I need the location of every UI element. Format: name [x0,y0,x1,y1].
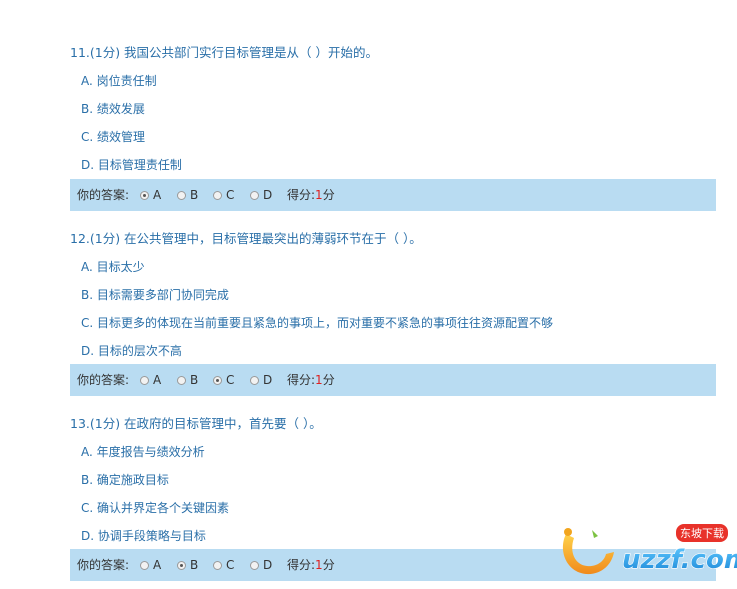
radio-option-b[interactable]: B [177,179,198,211]
radio-icon[interactable] [140,561,149,570]
option-a: A. 年度报告与绩效分析 [81,445,205,459]
score: 得分:1分 [287,558,335,572]
radio-icon[interactable] [250,561,259,570]
radio-icon[interactable] [213,561,222,570]
radio-icon[interactable] [250,376,259,385]
option-a: A. 岗位责任制 [81,74,157,88]
answer-label: 你的答案: [77,558,130,572]
radio-icon[interactable] [177,561,186,570]
option-c: C. 目标更多的体现在当前重要且紧急的事项上，而对重要不紧急的事项往往资源配置不… [81,316,554,330]
score: 得分:1分 [287,373,335,387]
question-title: 12.(1分) 在公共管理中，目标管理最突出的薄弱环节在于（ ）。 [70,231,422,246]
option-a: A. 目标太少 [81,260,145,274]
radio-option-b[interactable]: B [177,364,198,396]
option-b: B. 绩效发展 [81,102,145,116]
radio-option-c[interactable]: C [213,179,234,211]
answer-label: 你的答案: [77,373,130,387]
radio-option-a[interactable]: A [140,364,161,396]
svg-text:东坡下载: 东坡下载 [680,527,724,540]
score: 得分:1分 [287,188,335,202]
radio-icon[interactable] [213,191,222,200]
uzzf-logo-icon: 东坡下载 uzzf.com [562,524,737,576]
option-b: B. 目标需要多部门协同完成 [81,288,229,302]
question-title: 13.(1分) 在政府的目标管理中，首先要（ ）。 [70,416,322,431]
radio-option-a[interactable]: A [140,179,161,211]
radio-option-d[interactable]: D [250,549,272,581]
answer-bar: 你的答案: A B C D 得分:1分 [70,179,716,211]
radio-icon[interactable] [177,376,186,385]
score-value: 1 [315,558,323,572]
option-d: D. 协调手段策略与目标 [81,529,206,543]
option-c: C. 绩效管理 [81,130,146,144]
score-value: 1 [315,373,323,387]
radio-option-d[interactable]: D [250,179,272,211]
radio-icon[interactable] [140,376,149,385]
answer-bar: 你的答案: A B C D 得分:1分 [70,364,716,396]
svg-text:uzzf.com: uzzf.com [622,545,737,575]
option-b: B. 确定施政目标 [81,473,169,487]
radio-option-a[interactable]: A [140,549,161,581]
radio-icon[interactable] [177,191,186,200]
radio-option-d[interactable]: D [250,364,272,396]
radio-icon[interactable] [213,376,222,385]
option-d: D. 目标管理责任制 [81,158,182,172]
radio-icon[interactable] [140,191,149,200]
radio-icon[interactable] [250,191,259,200]
option-c: C. 确认并界定各个关键因素 [81,501,230,515]
score-value: 1 [315,188,323,202]
radio-option-c[interactable]: C [213,364,234,396]
radio-option-c[interactable]: C [213,549,234,581]
option-d: D. 目标的层次不高 [81,344,182,358]
radio-option-b[interactable]: B [177,549,198,581]
question-title: 11.(1分) 我国公共部门实行目标管理是从（ ）开始的。 [70,45,379,60]
answer-label: 你的答案: [77,188,130,202]
uzzf-watermark-logo: 东坡下载 uzzf.com [556,520,737,586]
